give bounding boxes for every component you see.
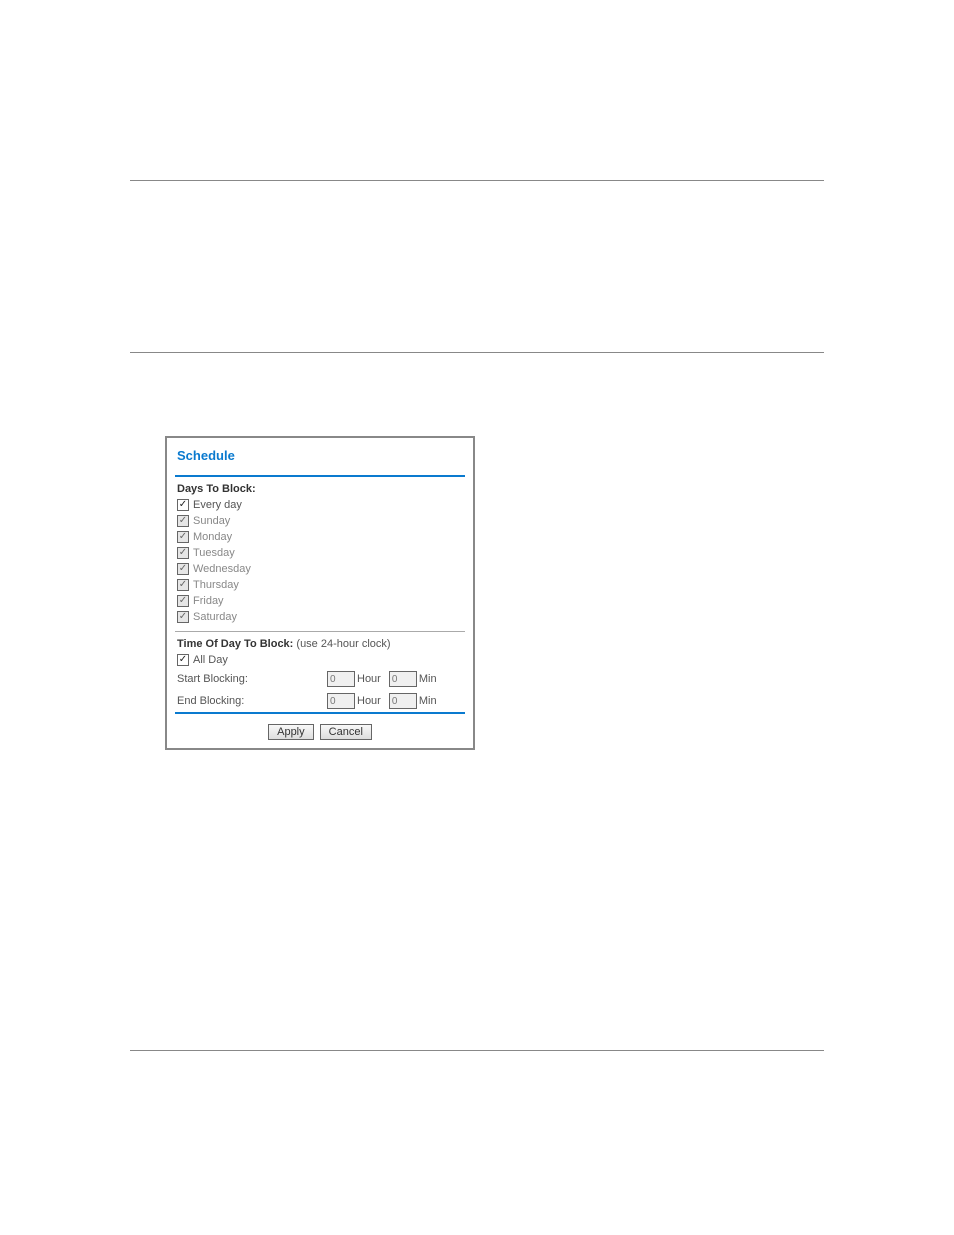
section-divider: [175, 631, 465, 632]
checkbox-tuesday: ✓: [177, 547, 189, 559]
end-blocking-row: End Blocking: Hour Min: [167, 690, 473, 712]
checkbox-label: Friday: [193, 595, 224, 607]
checkbox-label: Saturday: [193, 611, 237, 623]
end-blocking-label: End Blocking:: [177, 695, 327, 707]
checkbox-label: Thursday: [193, 579, 239, 591]
checkbox-thursday: ✓: [177, 579, 189, 591]
checkbox-label: All Day: [193, 654, 228, 666]
checkbox-label: Monday: [193, 531, 232, 543]
checkbox-monday: ✓: [177, 531, 189, 543]
page-divider-mid: [130, 352, 824, 353]
checkbox-wednesday: ✓: [177, 563, 189, 575]
time-of-day-heading: Time Of Day To Block: (use 24-hour clock…: [167, 636, 473, 652]
start-blocking-label: Start Blocking:: [177, 673, 327, 685]
checkbox-row-friday: ✓ Friday: [167, 593, 473, 609]
section-divider: [175, 712, 465, 714]
checkbox-all-day[interactable]: ✓: [177, 654, 189, 666]
hour-unit: Hour: [357, 695, 381, 707]
checkbox-row-monday: ✓ Monday: [167, 529, 473, 545]
end-hour-input[interactable]: [327, 693, 355, 709]
checkbox-row-wednesday: ✓ Wednesday: [167, 561, 473, 577]
checkbox-sunday: ✓: [177, 515, 189, 527]
panel-title: Schedule: [167, 446, 473, 475]
checkbox-friday: ✓: [177, 595, 189, 607]
apply-button[interactable]: Apply: [268, 724, 314, 740]
checkbox-label: Tuesday: [193, 547, 235, 559]
checkbox-row-saturday: ✓ Saturday: [167, 609, 473, 625]
checkbox-saturday: ✓: [177, 611, 189, 623]
checkbox-label: Sunday: [193, 515, 230, 527]
start-blocking-row: Start Blocking: Hour Min: [167, 668, 473, 690]
cancel-button[interactable]: Cancel: [320, 724, 372, 740]
checkbox-row-thursday: ✓ Thursday: [167, 577, 473, 593]
checkbox-label: Wednesday: [193, 563, 251, 575]
checkbox-row-all-day: ✓ All Day: [167, 652, 473, 668]
end-min-input[interactable]: [389, 693, 417, 709]
start-min-input[interactable]: [389, 671, 417, 687]
checkbox-row-every-day: ✓ Every day: [167, 497, 473, 513]
section-divider: [175, 475, 465, 477]
days-to-block-heading: Days To Block:: [167, 481, 473, 497]
page-divider-top: [130, 180, 824, 181]
min-unit: Min: [419, 673, 437, 685]
page-divider-bottom: [130, 1050, 824, 1051]
checkbox-row-tuesday: ✓ Tuesday: [167, 545, 473, 561]
time-heading-note: (use 24-hour clock): [296, 638, 390, 650]
button-row: Apply Cancel: [167, 718, 473, 740]
checkbox-every-day[interactable]: ✓: [177, 499, 189, 511]
time-heading-text: Time Of Day To Block:: [177, 638, 293, 650]
checkbox-row-sunday: ✓ Sunday: [167, 513, 473, 529]
start-hour-input[interactable]: [327, 671, 355, 687]
hour-unit: Hour: [357, 673, 381, 685]
min-unit: Min: [419, 695, 437, 707]
checkbox-label: Every day: [193, 499, 242, 511]
schedule-panel: Schedule Days To Block: ✓ Every day ✓ Su…: [165, 436, 475, 750]
